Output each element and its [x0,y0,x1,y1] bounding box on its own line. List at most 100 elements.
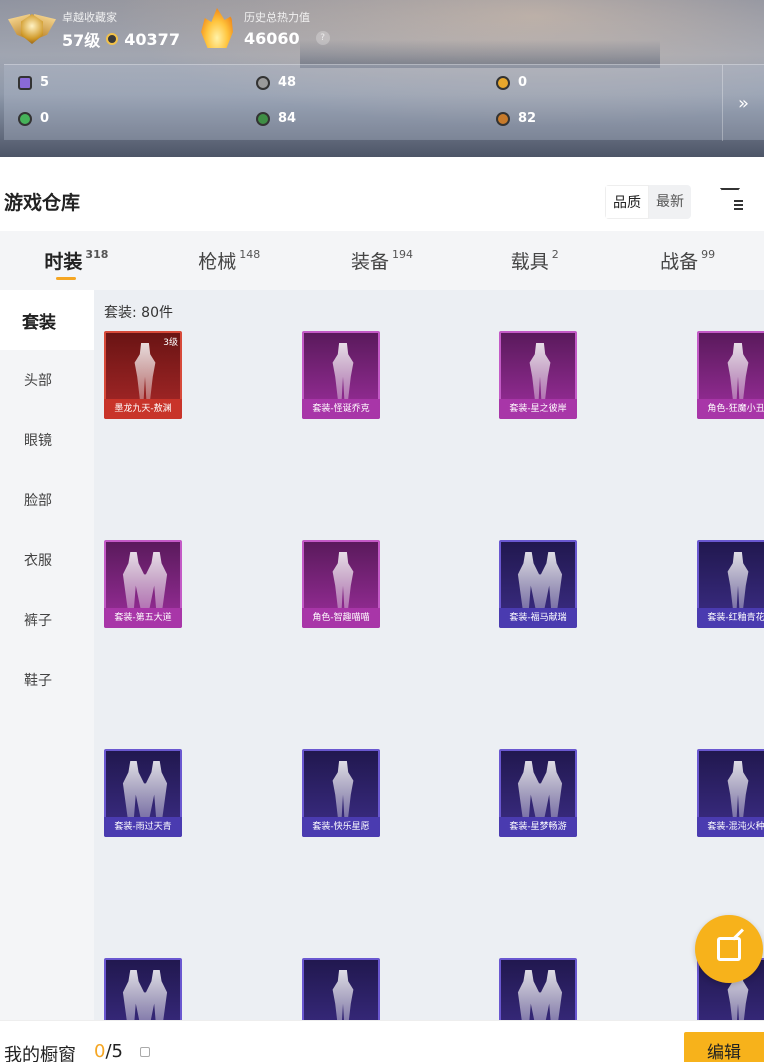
item-name: 套装-快乐星愿 [302,817,380,837]
character-figure-icon [122,970,168,1020]
item-card[interactable]: 套装-混沌火种 [697,749,764,837]
sidebar-item-head[interactable]: 头部 [0,350,94,410]
item-name: 套装-雨过天青 [104,817,182,837]
item-thumbnail [499,958,577,1020]
item-card[interactable]: 套装-第五大道 [104,540,182,628]
lock-icon [140,1047,150,1057]
showcase-count: 0/5 [94,1041,123,1062]
character-figure-icon [727,343,749,399]
tab-fashion[interactable]: 时装 318 [0,231,153,290]
edit-button[interactable]: 编辑 [684,1032,764,1062]
item-card[interactable] [302,958,380,1020]
tab-weapons[interactable]: 枪械 148 [153,231,306,290]
green-token-icon [18,111,32,126]
item-level: 3级 [163,338,178,348]
heat-title: 历史总热力值 [244,10,310,24]
item-card[interactable]: 角色-狂魔小丑 [697,331,764,419]
character-figure-icon [517,970,563,1020]
sort-latest-button[interactable]: 最新 [649,185,691,219]
item-card[interactable]: 套装-星之彼岸 [499,331,577,419]
character-figure-icon [332,552,354,608]
resource-item: 0 [18,111,49,126]
green-orb-icon [256,111,270,126]
help-icon[interactable]: ? [315,31,330,45]
rank-block[interactable]: 卓越收藏家 57级 40377 [8,8,180,52]
character-figure-icon [134,343,156,399]
category-tabs: 时装 318 枪械 148 装备 194 载具 2 战备 99 [0,231,764,290]
item-grid: 套装: 80件 3级 墨龙九天-敖渊 套装-怪诞乔克 套装-星之彼岸 角色-狂魔小丑 套装… [94,290,764,1020]
sort-quality-button[interactable]: 品质 [605,185,649,219]
subcategory-sidebar: 套装 头部 眼镜 脸部 衣服 裤子 鞋子 [0,290,94,1020]
item-card[interactable]: 3级墨龙九天-敖渊 [104,331,182,419]
rank-level: 57级 [62,31,101,50]
item-name: 套装-红釉青花 [697,608,764,628]
expand-resources-button[interactable]: » [722,65,764,141]
character-figure-icon [122,552,168,608]
showcase-bar: 我的橱窗 0/5 [0,1020,764,1062]
sidebar-item-shoes[interactable]: 鞋子 [0,650,94,710]
character-figure-icon [529,343,551,399]
resource-item: 48 [256,75,296,90]
sidebar-item-clothes[interactable]: 衣服 [0,530,94,590]
character-figure-icon [517,761,563,817]
item-name: 套装-星之彼岸 [499,399,577,419]
item-card[interactable]: 套装-福马献瑞 [499,540,577,628]
profile-header: 卓越收藏家 57级 40377 历史总热力值 46060 ? 5 48 0 0 … [0,0,764,157]
character-figure-icon [727,761,749,817]
sidebar-item-suit[interactable]: 套装 [0,290,94,350]
item-card[interactable]: 套装-红釉青花 [697,540,764,628]
item-name: 套装-第五大道 [104,608,182,628]
rank-badge-icon [8,8,56,52]
item-card[interactable]: 套装-雨过天青 [104,749,182,837]
sidebar-item-glasses[interactable]: 眼镜 [0,410,94,470]
sort-toggle: 品质 最新 [605,185,691,219]
page-title: 游戏仓库 [4,192,81,214]
filter-icon[interactable] [718,185,744,211]
resource-item: 0 [496,75,527,90]
resource-item: 5 [18,75,49,90]
bronze-coin-icon [496,111,510,126]
item-name: 角色-狂魔小丑 [697,399,764,419]
item-name: 套装-怪诞乔克 [302,399,380,419]
item-card[interactable] [499,958,577,1020]
item-card[interactable]: 套装-怪诞乔克 [302,331,380,419]
character-figure-icon [727,552,749,608]
item-name: 套装-福马献瑞 [499,608,577,628]
resource-item: 84 [256,111,296,126]
resource-panel: 5 48 0 0 84 82 » [4,64,764,141]
flame-icon [201,8,233,48]
character-figure-icon [332,970,354,1020]
tab-supplies[interactable]: 战备 99 [611,231,764,290]
item-card[interactable] [104,958,182,1020]
resource-item: 82 [496,111,536,126]
item-card[interactable]: 套装-快乐星愿 [302,749,380,837]
item-thumbnail [104,958,182,1020]
rank-title: 卓越收藏家 [62,11,117,24]
showcase-title: 我的橱窗 [4,1045,76,1062]
share-icon [717,937,741,961]
item-card[interactable]: 角色-智趣喵喵 [302,540,380,628]
silver-coin-icon [256,75,270,90]
heat-value: 46060 [244,28,300,48]
gold-coin-icon [496,75,510,90]
gem-card-icon [18,75,32,90]
coin-count: 40377 [124,29,180,49]
character-figure-icon [332,343,354,399]
item-thumbnail [302,958,380,1020]
character-figure-icon [122,761,168,817]
warehouse-page: 卓越收藏家 57级 40377 历史总热力值 46060 ? 5 48 0 0 … [0,0,764,1062]
heat-block: 历史总热力值 46060 ? [198,8,330,48]
sidebar-item-face[interactable]: 脸部 [0,470,94,530]
share-button[interactable] [695,915,763,983]
tab-vehicles[interactable]: 载具 2 [458,231,611,290]
item-card[interactable]: 套装-星梦畅游 [499,749,577,837]
character-figure-icon [332,761,354,817]
item-count: 套装: 80件 [104,305,173,321]
item-name: 套装-混沌火种 [697,817,764,837]
item-name: 墨龙九天-敖渊 [104,399,182,419]
character-figure-icon [517,552,563,608]
item-name: 套装-星梦畅游 [499,817,577,837]
tab-equipment[interactable]: 装备 194 [306,231,459,290]
coin-icon [106,33,119,45]
sidebar-item-pants[interactable]: 裤子 [0,590,94,650]
